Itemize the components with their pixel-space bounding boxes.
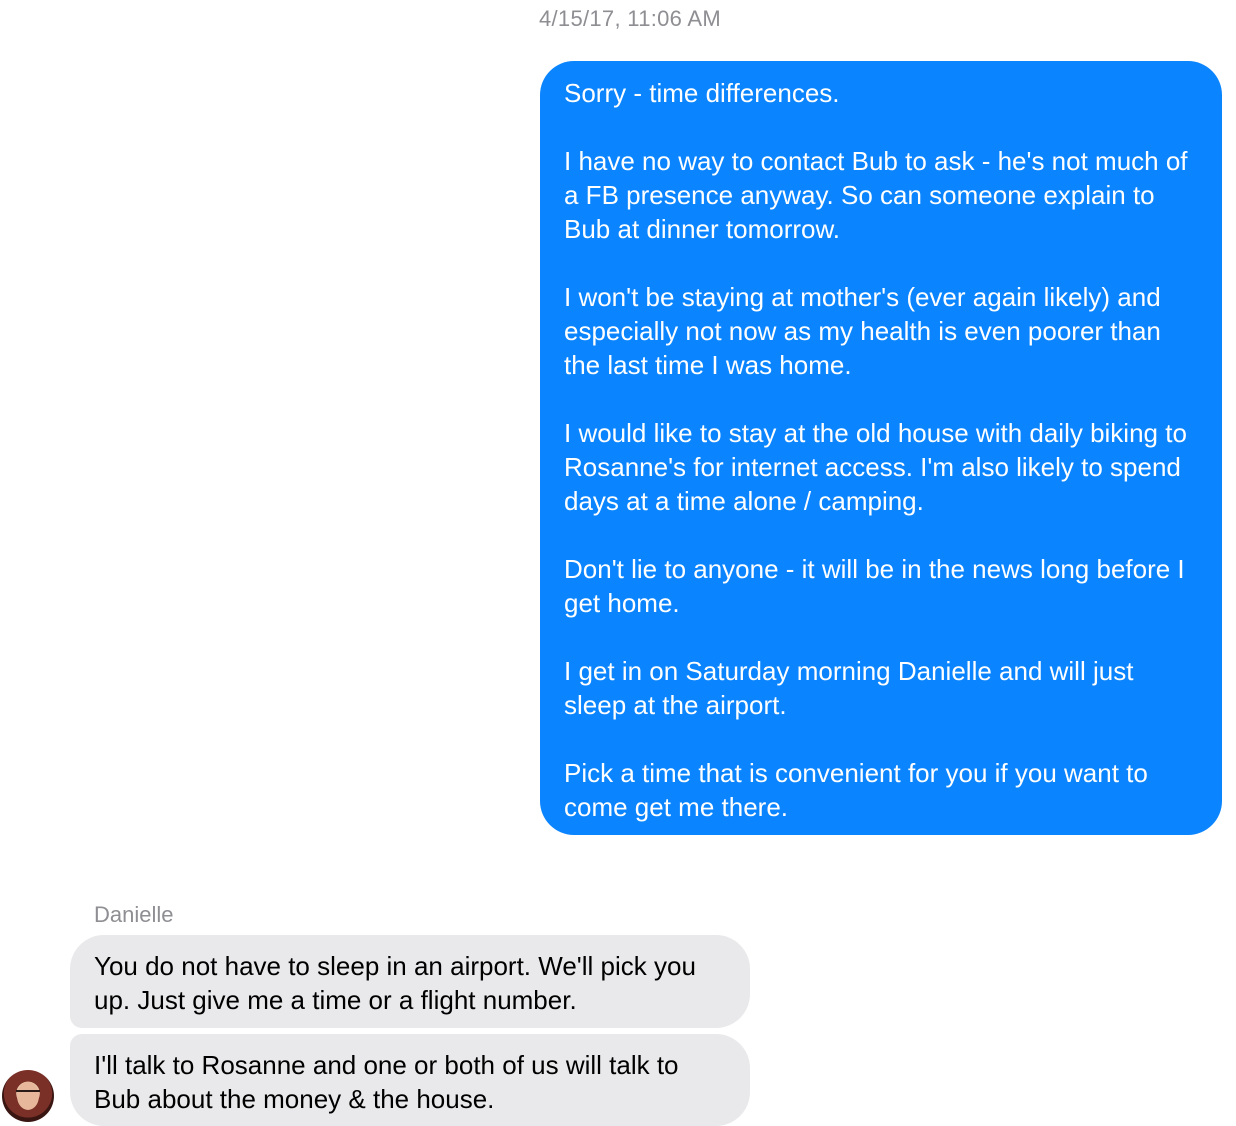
outgoing-message-paragraph: I won't be staying at mother's (ever aga… xyxy=(564,282,1161,380)
message-thread: 4/15/17, 11:06 AM Sorry - time differenc… xyxy=(0,0,1236,1126)
outgoing-message-bubble[interactable]: Sorry - time differences. I have no way … xyxy=(540,61,1222,835)
avatar[interactable] xyxy=(2,1070,54,1122)
incoming-message-bubble[interactable]: You do not have to sleep in an airport. … xyxy=(70,935,750,1028)
outgoing-message-paragraph: I would like to stay at the old house wi… xyxy=(564,418,1187,516)
outgoing-message-paragraph: Don't lie to anyone - it will be in the … xyxy=(564,554,1185,618)
sender-name: Danielle xyxy=(94,902,174,927)
avatar-glasses xyxy=(16,1090,40,1098)
outgoing-message-paragraph: I get in on Saturday morning Danielle an… xyxy=(564,656,1134,720)
outgoing-message-paragraph: Pick a time that is convenient for you i… xyxy=(564,758,1148,822)
outgoing-message-paragraph: I have no way to contact Bub to ask - he… xyxy=(564,146,1188,244)
outgoing-message-paragraph: Sorry - time differences. xyxy=(564,78,840,108)
message-timestamp: 4/15/17, 11:06 AM xyxy=(538,6,722,31)
incoming-message-bubble[interactable]: I'll talk to Rosanne and one or both of … xyxy=(70,1034,750,1126)
